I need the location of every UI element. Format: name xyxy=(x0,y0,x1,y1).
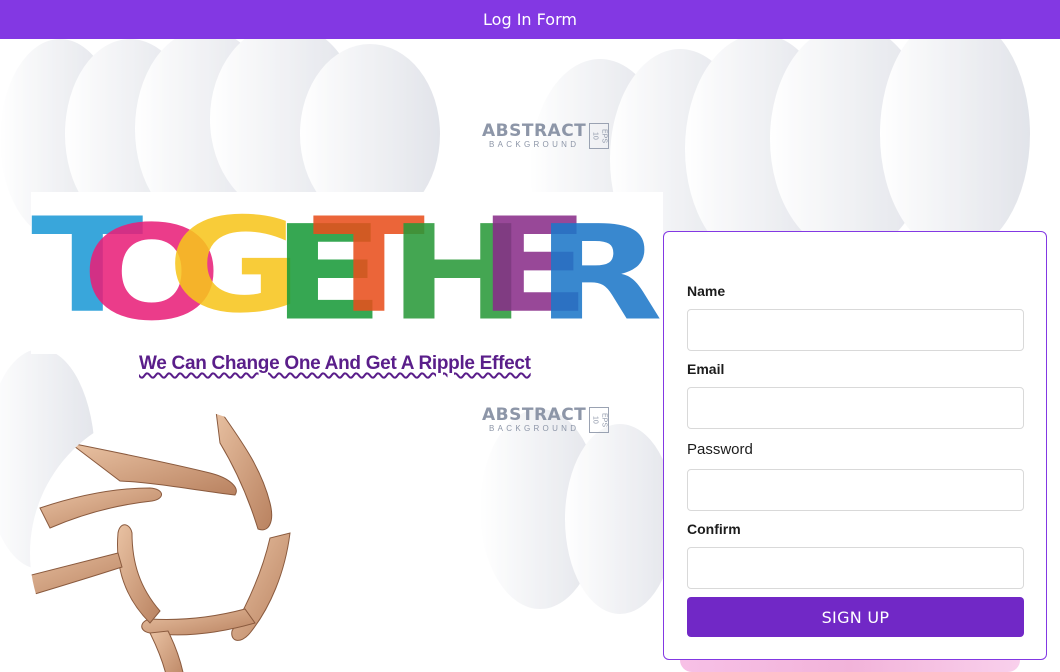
headline-letter: R xyxy=(536,198,663,350)
name-label: Name xyxy=(687,283,726,299)
top-bar: Log In Form xyxy=(0,0,1060,39)
confirm-input[interactable] xyxy=(687,547,1024,589)
password-label: Password xyxy=(687,441,753,458)
email-label: Email xyxy=(687,361,725,377)
confirm-label: Confirm xyxy=(687,521,741,537)
brand-eps-badge: EPS 10 xyxy=(589,123,610,149)
page-title: Log In Form xyxy=(483,10,577,29)
abstract-background-tag-2: ABSTRACT BACKGROUND EPS 10 xyxy=(482,405,610,433)
signup-button[interactable]: SIGN UP xyxy=(687,597,1024,637)
password-input[interactable] xyxy=(687,469,1024,511)
brand-eps-badge: EPS 10 xyxy=(589,407,610,433)
hands-circle-image xyxy=(30,408,320,672)
brand-sub-text: BACKGROUND xyxy=(488,424,580,433)
signup-form: Name Email Password Confirm SIGN UP xyxy=(663,231,1047,660)
abstract-background-tag: ABSTRACT BACKGROUND EPS 10 xyxy=(482,121,610,149)
hero-tagline: We Can Change One And Get A Ripple Effec… xyxy=(139,353,531,374)
together-headline: TOGETHER xyxy=(31,190,663,350)
card-glow xyxy=(680,660,1020,672)
name-input[interactable] xyxy=(687,309,1024,351)
brand-main-text: ABSTRACT xyxy=(482,121,587,141)
brand-main-text: ABSTRACT xyxy=(482,405,587,425)
email-input[interactable] xyxy=(687,387,1024,429)
brand-sub-text: BACKGROUND xyxy=(488,140,580,149)
